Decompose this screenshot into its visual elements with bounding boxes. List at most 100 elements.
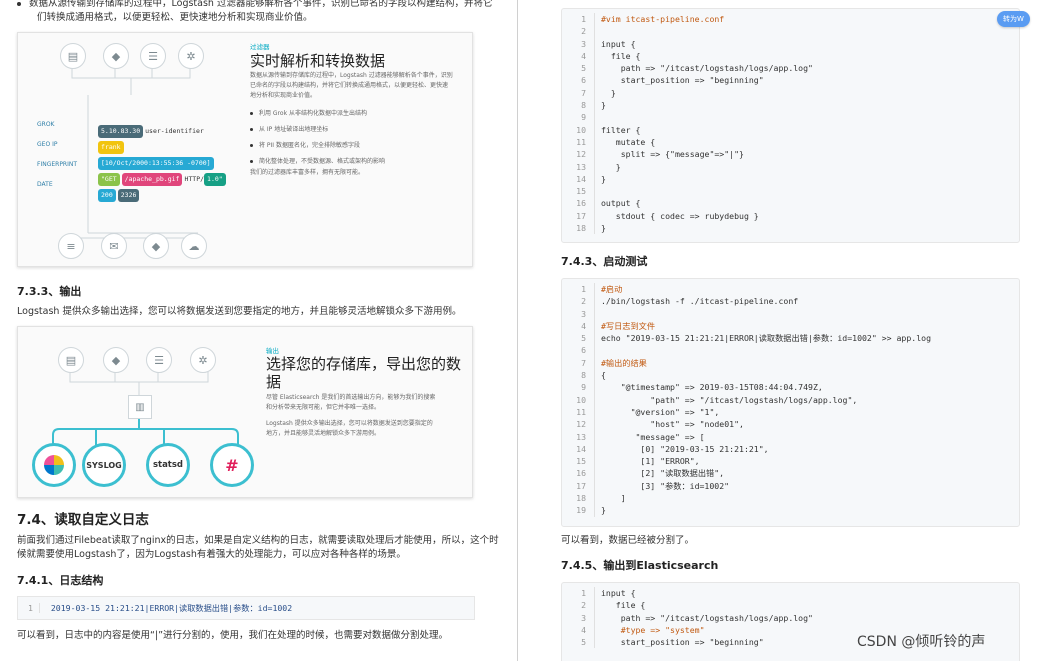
line-number: 9: [562, 381, 595, 394]
figure2-desc-line: 和分析带来无限可能，但它并非唯一选择。: [266, 404, 381, 411]
line-number: 4: [562, 49, 595, 63]
code-text: ]: [601, 493, 626, 504]
code-text: }: [601, 100, 606, 111]
pill-http: HTTP/: [184, 175, 205, 183]
code-text: stdout { codec => rubydebug }: [601, 210, 759, 221]
code-text: "message" => [: [601, 431, 705, 442]
line-number: 2: [562, 295, 595, 308]
mail-icon: ✉: [101, 233, 127, 259]
code-line: 10 filter {: [562, 123, 1019, 136]
line-number: 4: [562, 319, 595, 333]
database-icon: ☰: [146, 347, 172, 373]
line-number: 18: [562, 222, 595, 235]
figure1-desc-line: 已命名的字段以构建结构，并将它们转换成通用格式，以便更轻松、更快速: [250, 82, 449, 89]
code-line: 5 echo "2019-03-15 21:21:21|ERROR|读取数据出错|…: [562, 332, 1019, 345]
figure2-desc2: Logstash 提供众多输出选择，您可以将数据发送到您要指定的 地方，并且能够…: [266, 419, 471, 439]
line-number: 11: [562, 135, 595, 149]
pipeline-config-code: 1 #vim itcast-pipeline.conf 2 3 input {4 fil…: [561, 8, 1020, 243]
code-text: "@version" => "1",: [601, 406, 720, 417]
line-number: 2: [562, 599, 595, 612]
figure1-desc-line: 地分析和实现商业价值。: [250, 92, 317, 99]
figure2-desc-line: 地方，并且能够灵活地解锁众多下游用例。: [266, 430, 381, 437]
line-number: 16: [562, 467, 595, 480]
code-line: 16 [2] "读取数据出错",: [562, 467, 1019, 480]
label-fingerprint: FINGERPRINT: [37, 161, 78, 168]
line-number: 1: [562, 587, 595, 600]
figure1-footer: 我们的过滤器库丰富多样，拥有无限可能。: [250, 169, 365, 176]
code-text: [0] "2019-03-15 21:21:21",: [601, 443, 769, 454]
figure2-desc-line: 尽管 Elasticsearch 是我们的首选输出方向，能够为我们的搜索: [266, 394, 436, 401]
code-line: 16 output {: [562, 197, 1019, 210]
figure1-bullet: 利用 Grok 从非结构化数据中派生出结构: [259, 110, 367, 117]
code-line: 18 ]: [562, 492, 1019, 505]
line-number: 1: [562, 283, 595, 296]
line-number: 13: [562, 160, 595, 173]
section-7-4-1-heading: 7.4.1、日志结构: [17, 574, 104, 587]
code-line: 19}: [562, 504, 1019, 517]
line-number: 12: [562, 148, 595, 161]
code-line: 17 [3] "参数：id=1002": [562, 479, 1019, 493]
top-bullet-line2: 们转换成通用格式，以便更轻松、更快速地分析和实现商业价值。: [37, 12, 313, 23]
code-text: ./bin/logstash -f ./itcast-pipeline.conf: [601, 296, 799, 307]
code-text: filter {: [601, 124, 641, 135]
line-number: 11: [562, 405, 595, 419]
line-number: 12: [562, 418, 595, 431]
startup-test-code: 1 #启动 2 ./bin/logstash -f ./itcast-pipeline…: [561, 278, 1020, 527]
code-text: {: [601, 370, 606, 381]
network-icon: ✲: [190, 347, 216, 373]
figure1-bullets: 利用 Grok 从非结构化数据中派生出结构 从 IP 地址破译出地理坐标 将 P…: [250, 106, 465, 170]
section-7-4-5-heading: 7.4.5、输出到Elasticsearch: [561, 559, 719, 572]
line-number: 17: [562, 209, 595, 223]
line-number: 10: [562, 123, 595, 136]
code-text: start_position => "beginning": [601, 637, 764, 648]
label-geoip: GEO IP: [37, 141, 58, 148]
line-number: 5: [562, 636, 595, 649]
code-text: path => "/itcast/logstash/logs/app.log": [601, 612, 813, 623]
code-text: output {: [601, 198, 641, 209]
line-number: 19: [562, 504, 595, 517]
line-number: 4: [562, 623, 595, 637]
figure2-tag: 输出: [266, 347, 279, 355]
code-text: "host" => "node01",: [601, 419, 744, 430]
pill-size: 2326: [117, 189, 140, 202]
code-line: 3 path => "/itcast/logstash/logs/app.log…: [562, 611, 1019, 624]
code-line: 14 [0] "2019-03-15 21:21:21",: [562, 442, 1019, 456]
line-number: 6: [562, 344, 595, 357]
line-number: 3: [562, 37, 595, 50]
plugin-icon: ◆: [103, 347, 129, 373]
code-text: [1] "ERROR",: [601, 456, 700, 467]
code-line: 12 split => {"message"=>"|"}: [562, 148, 1019, 161]
code-text: path => "/itcast/logstash/logs/app.log": [601, 63, 813, 74]
code-line: 17 stdout { codec => rubydebug }: [562, 209, 1019, 223]
code-text: start_position => "beginning": [601, 75, 764, 86]
code-text: #type => "system": [601, 624, 705, 635]
pill-ip: 5.10.83.30: [98, 125, 144, 138]
convert-to-word-button[interactable]: 转为W: [997, 11, 1030, 27]
line-number: 5: [562, 62, 595, 75]
code-line: 8{: [562, 369, 1019, 382]
code-text: file {: [601, 50, 641, 61]
line-number: 8: [562, 99, 595, 112]
code-line: 13 "message" => [: [562, 430, 1019, 443]
code-text: split => {"message"=>"|"}: [601, 149, 744, 160]
code-text: }: [601, 173, 606, 184]
line-number: 15: [562, 455, 595, 468]
label-grok: GROK: [37, 121, 55, 128]
code-text: echo "2019-03-15 21:21:21|ERROR|读取数据出错|参…: [601, 333, 932, 344]
csdn-watermark: CSDN @倾听铃的声: [857, 634, 986, 650]
code-line: 7 #输出的结果: [562, 356, 1019, 370]
code-line: 2 ./bin/logstash -f ./itcast-pipeline.con…: [562, 295, 1019, 308]
top-bullet-line1: 数据从源传输到存储库的过程中，Logstash 过滤器能够解析各个事件，识别已命…: [29, 0, 493, 9]
code-line: 5 path => "/itcast/logstash/logs/app.log…: [562, 62, 1019, 75]
pill-frank: frank: [98, 141, 124, 154]
line-number: 16: [562, 197, 595, 210]
figure1-bullet: 简化整体处理，不受数据源、格式或架构的影响: [259, 158, 386, 165]
pill-version: 1.0": [204, 173, 226, 186]
line-number: 3: [562, 307, 595, 320]
pill-path: /apache_pb.gif: [121, 173, 183, 186]
code-line: 15: [562, 185, 1019, 198]
bottom-text: 可以看到，日志中的内容是使用“|”进行分割的，使用，我们在处理的时候，也需要对数…: [17, 630, 449, 641]
code-line: 9 "@timestamp" => 2019-03-15T08:44:04.74…: [562, 381, 1019, 394]
code-text: "@timestamp" => 2019-03-15T08:44:04.749Z…: [601, 382, 823, 393]
slack-output-icon: #: [210, 443, 254, 487]
